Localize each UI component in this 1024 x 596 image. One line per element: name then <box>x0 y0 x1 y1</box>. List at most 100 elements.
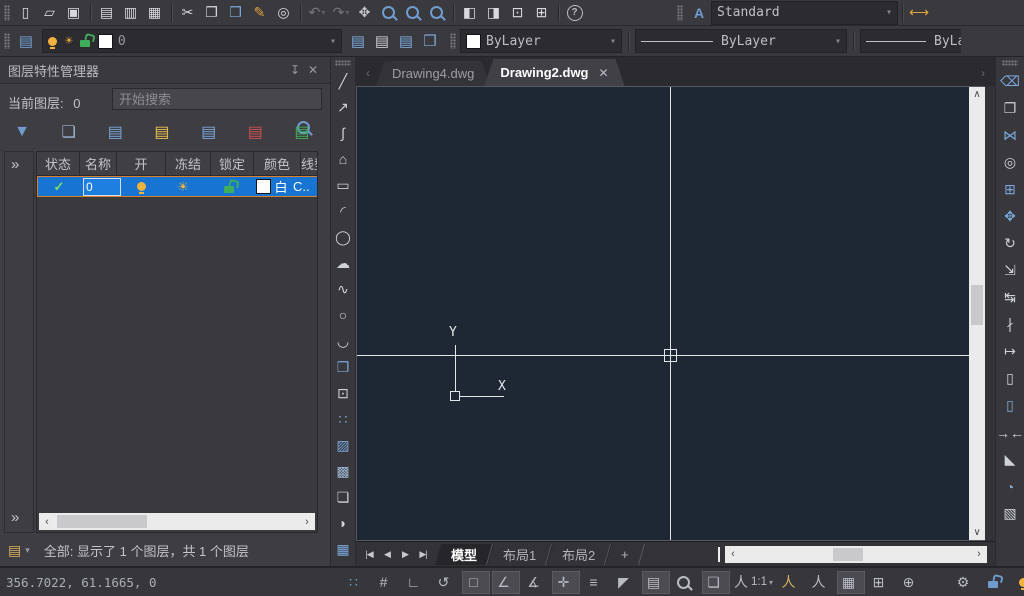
point-icon[interactable]: ∷ <box>332 406 354 432</box>
auto-annotation-scale-toggle[interactable]: 人 <box>807 571 835 594</box>
match-properties-icon[interactable]: ✎ <box>248 2 272 23</box>
doc-tab-drawing4[interactable]: Drawing4.dwg ✕ <box>376 61 490 86</box>
fillet-icon[interactable]: ◔ <box>999 473 1021 500</box>
scrollbar-thumb[interactable] <box>833 548 863 561</box>
grid-toggle[interactable]: # <box>372 571 400 594</box>
next-tab-button[interactable]: ▶ <box>396 544 414 564</box>
last-tab-button[interactable]: ▶| <box>414 544 432 564</box>
dimension-style-icon[interactable]: ⟷ <box>907 2 931 23</box>
design-center-icon[interactable]: ⊡ <box>506 2 530 23</box>
extend-icon[interactable]: ↦ <box>999 338 1021 365</box>
table-icon[interactable]: ▦ <box>332 536 354 562</box>
close-icon[interactable]: ✕ <box>304 63 322 77</box>
chamfer-icon[interactable]: ◣ <box>999 446 1021 473</box>
array-icon[interactable]: ⊞ <box>999 176 1021 203</box>
quick-view-layers-toggle[interactable]: ▤ <box>642 571 670 594</box>
print-preview-icon[interactable]: ▥ <box>119 2 143 23</box>
text-style-combo[interactable]: Standard ▾ <box>711 1 898 25</box>
layer-name-cell[interactable]: 0 <box>83 178 121 196</box>
tab-scroll-left-icon[interactable]: ‹ <box>360 66 376 80</box>
layer-state-manager-icon[interactable]: ❏ <box>57 122 81 143</box>
move-icon[interactable]: ✥ <box>999 203 1021 230</box>
expand-filter-tree-button[interactable]: » <box>11 156 19 173</box>
col-lock[interactable]: 锁定 <box>211 152 254 175</box>
stretch-icon[interactable]: ↹ <box>999 284 1021 311</box>
doc-tab-drawing2[interactable]: Drawing2.dwg ✕ <box>484 59 624 86</box>
coordinates-readout[interactable]: 356.7022, 61.1665, 0 <box>6 575 341 590</box>
mirror-icon[interactable]: ⋈ <box>999 122 1021 149</box>
ellipse-icon[interactable]: ○ <box>332 302 354 328</box>
snap-toggle[interactable]: ∷ <box>342 571 370 594</box>
model-tab[interactable]: 模型 <box>435 544 493 565</box>
redo-button[interactable]: ↷▾ <box>329 2 353 23</box>
scroll-right-icon[interactable]: › <box>971 546 987 563</box>
spline-icon[interactable]: ∿ <box>332 276 354 302</box>
block-editor-icon[interactable]: ◎ <box>272 2 296 23</box>
toolbar-grip[interactable] <box>335 60 351 66</box>
revision-cloud-icon[interactable]: ☁ <box>332 250 354 276</box>
publish-icon[interactable]: ▦ <box>143 2 167 23</box>
close-icon[interactable]: ✕ <box>599 66 609 80</box>
circle-icon[interactable]: ◯ <box>332 224 354 250</box>
annotation-scale-control[interactable]: 人 1:1 ▾ <box>732 571 775 594</box>
scroll-down-icon[interactable]: ∨ <box>969 527 985 538</box>
ellipse-arc-icon[interactable]: ◡ <box>332 328 354 354</box>
arc-icon[interactable]: ◜ <box>332 198 354 224</box>
selection-cursor-icon[interactable]: ◤ <box>612 571 640 594</box>
layer-search-input[interactable] <box>112 88 322 110</box>
polygon-icon[interactable]: ⌂ <box>332 146 354 172</box>
scrollbar-thumb[interactable] <box>57 515 147 528</box>
zoom-realtime-icon[interactable] <box>377 2 401 23</box>
layout1-tab[interactable]: 布局1 <box>487 544 552 565</box>
drawing-canvas[interactable]: Y X ∧ ∨ <box>356 86 985 541</box>
chevron-down-icon[interactable]: ▾ <box>25 545 30 556</box>
layer-thaw-icon[interactable]: ☀ <box>177 179 189 195</box>
tool-palettes-icon[interactable]: ◨ <box>482 2 506 23</box>
gradient-icon[interactable]: ▩ <box>332 458 354 484</box>
hatch-icon[interactable]: ▨ <box>332 432 354 458</box>
color-combo[interactable]: ByLayer ▾ <box>460 29 622 53</box>
pan-realtime-icon[interactable]: ✥ <box>353 2 377 23</box>
layer-translator-icon[interactable]: ❒ <box>418 31 442 52</box>
col-freeze[interactable]: 冻结 <box>166 152 211 175</box>
annotation-visibility-toggle[interactable]: 人 <box>777 571 805 594</box>
dynamic-ucs-toggle[interactable]: ∡ <box>522 571 550 594</box>
cut-icon[interactable]: ✂ <box>176 2 200 23</box>
trim-icon[interactable]: ∤ <box>999 311 1021 338</box>
lineweight-toggle[interactable]: ≡ <box>582 571 610 594</box>
sheet-set-icon[interactable]: ⊞ <box>867 571 895 594</box>
col-name[interactable]: 名称 <box>80 152 117 175</box>
settings-gear-icon[interactable]: ⚙ <box>949 571 977 594</box>
ortho-toggle[interactable]: ∟ <box>402 571 430 594</box>
scroll-left-icon[interactable]: ‹ <box>725 546 741 563</box>
layer-table-hscrollbar[interactable]: ‹ › <box>39 513 315 530</box>
layer-on-icon[interactable] <box>137 182 146 191</box>
lock-ui-icon[interactable] <box>979 571 1007 594</box>
preview-zoom-icon[interactable] <box>672 571 700 594</box>
zoom-window-icon[interactable] <box>401 2 425 23</box>
scrollbar-thumb[interactable] <box>971 285 983 325</box>
ray-icon[interactable]: ↗ <box>332 94 354 120</box>
quick-properties-toggle[interactable]: ❏ <box>702 571 730 594</box>
layer-combo[interactable]: ☀ 0 ▾ <box>42 29 342 53</box>
pin-icon[interactable]: ↧ <box>286 63 304 77</box>
canvas-hscrollbar[interactable]: ‹ › <box>725 546 987 563</box>
line-icon[interactable]: ╱ <box>332 68 354 94</box>
undo-button[interactable]: ↶▾ <box>305 2 329 23</box>
layer-unlock-icon[interactable] <box>224 186 234 193</box>
offset-icon[interactable]: ◎ <box>999 149 1021 176</box>
explode-icon[interactable]: ▧ <box>999 500 1021 527</box>
lineweight-combo[interactable]: ByLayer <box>860 29 961 53</box>
toolbar-grip[interactable] <box>1002 60 1018 66</box>
layer-color-swatch[interactable] <box>256 179 271 194</box>
break-icon[interactable]: ▯ <box>999 392 1021 419</box>
new-frozen-layer-icon[interactable]: ▤ <box>197 122 221 143</box>
prev-tab-button[interactable]: ◀ <box>378 544 396 564</box>
erase-icon[interactable]: ⌫ <box>999 68 1021 95</box>
scroll-right-icon[interactable]: › <box>299 516 315 528</box>
layer-linetype-cell[interactable]: C.. <box>293 179 310 194</box>
make-block-icon[interactable]: ⊡ <box>332 380 354 406</box>
layer-previous-icon[interactable]: ▤ <box>370 31 394 52</box>
delete-layer-icon[interactable]: ▤ <box>243 122 267 143</box>
rectangle-icon[interactable]: ▭ <box>332 172 354 198</box>
